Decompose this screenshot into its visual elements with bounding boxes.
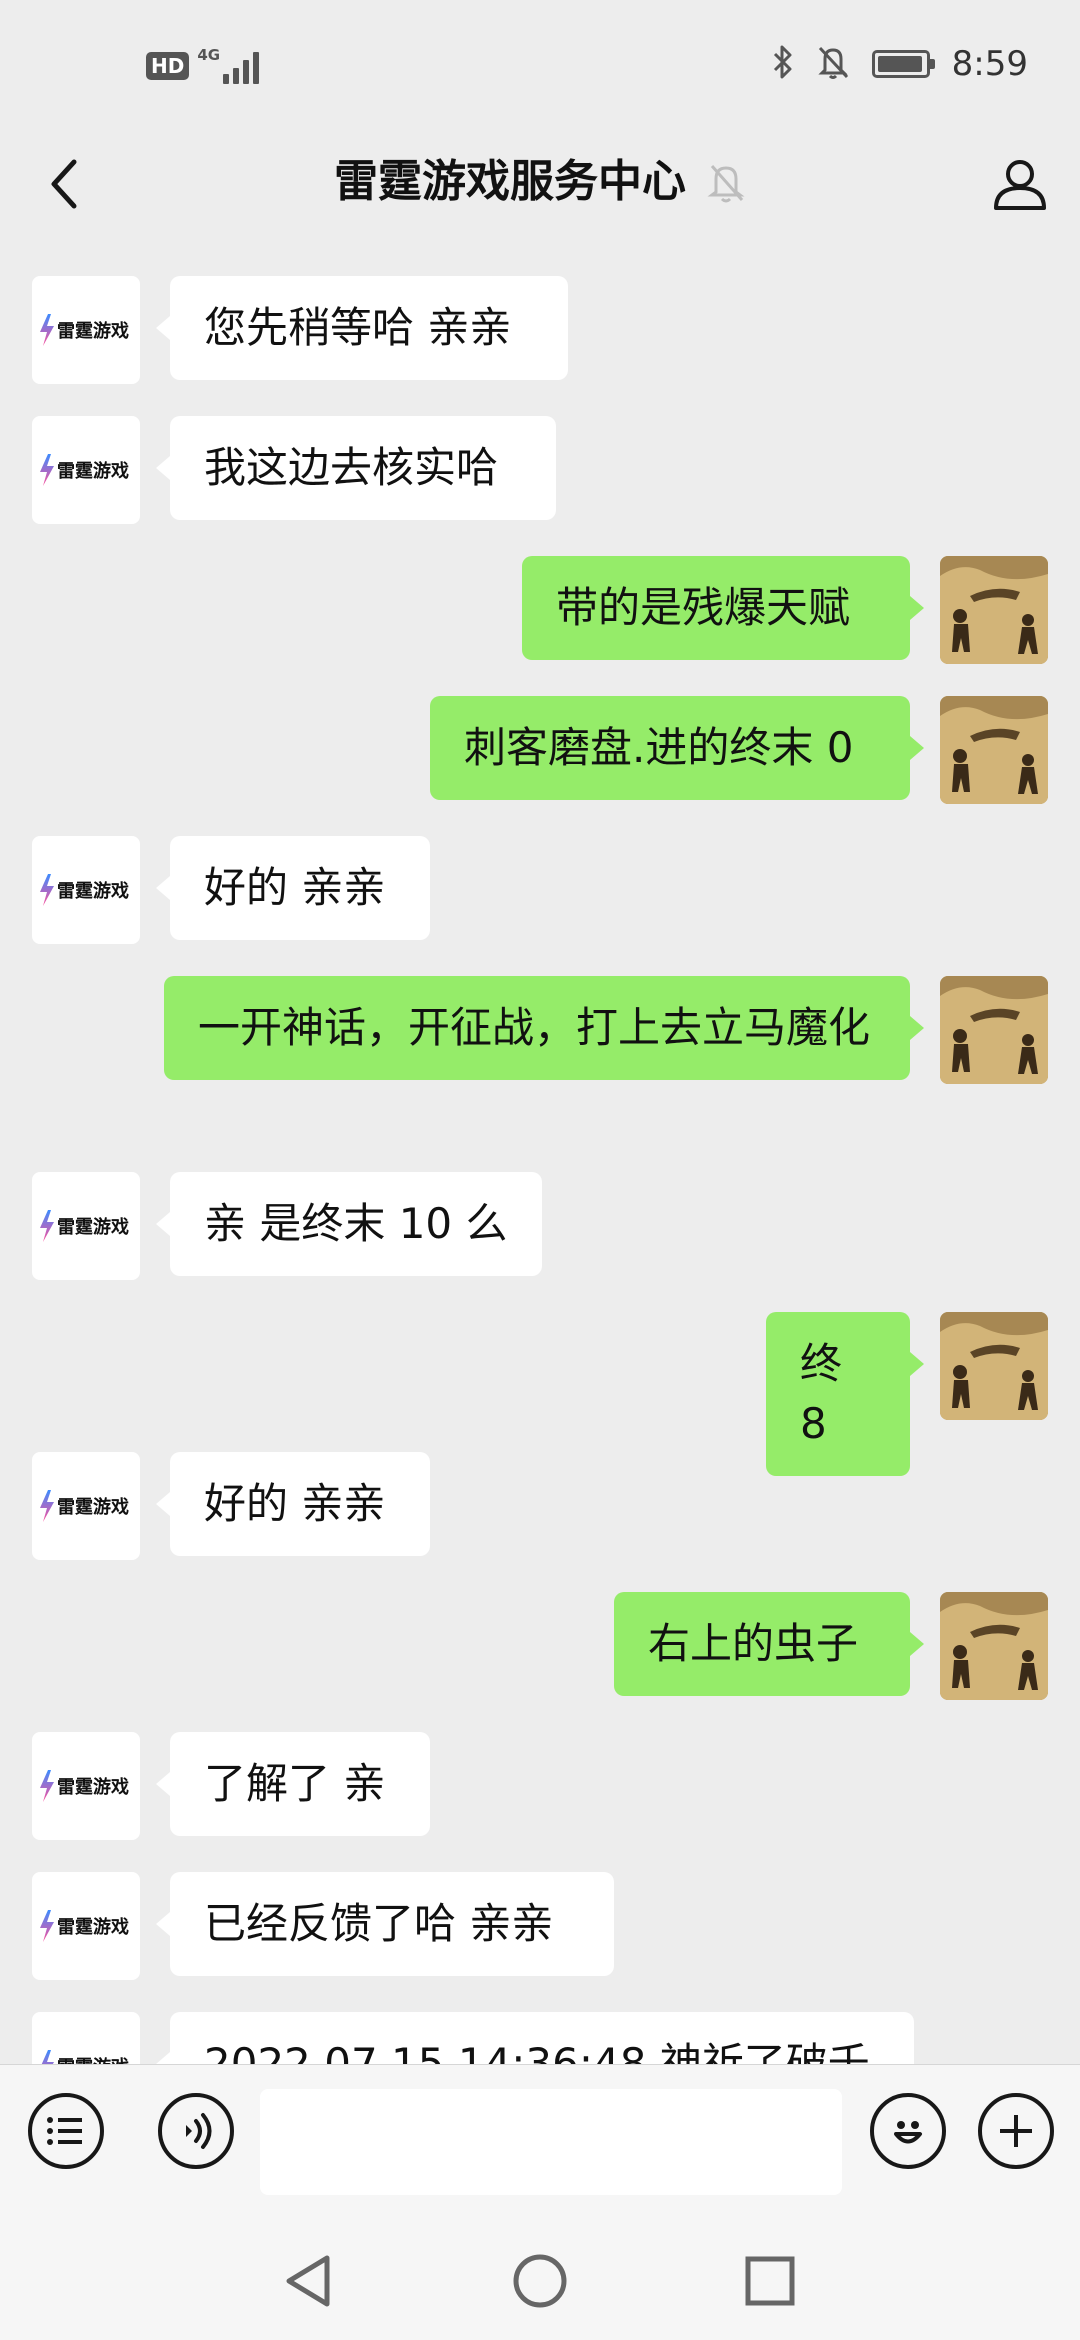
- user-avatar-picture: [940, 976, 1048, 1084]
- message-bubble[interactable]: 好的 亲亲: [156, 1452, 430, 1556]
- mute-icon: [816, 44, 850, 84]
- thunder-games-logo-icon: 雷霆游戏: [40, 1770, 129, 1802]
- user-avatar[interactable]: [940, 1312, 1048, 1420]
- message-bubble[interactable]: 一开神话，开征战，打上去立马魔化: [164, 976, 924, 1080]
- logo-text: 雷霆游戏: [57, 460, 129, 482]
- logo-text: 雷霆游戏: [57, 880, 129, 902]
- hd-badge: HD: [146, 52, 190, 80]
- add-button[interactable]: [978, 2093, 1054, 2169]
- thunder-games-logo-icon: 雷霆游戏: [40, 314, 129, 346]
- service-avatar[interactable]: 雷霆游戏: [32, 416, 140, 524]
- service-avatar[interactable]: 雷霆游戏: [32, 836, 140, 944]
- message-bubble[interactable]: 终 8: [766, 1312, 924, 1476]
- message-bubble[interactable]: 亲 是终末 10 么: [156, 1172, 542, 1276]
- nav-back-icon: [286, 2255, 330, 2307]
- muted-bell-icon: [707, 165, 745, 203]
- voice-button[interactable]: [158, 2093, 234, 2169]
- battery-icon: [871, 50, 935, 78]
- message-bubble[interactable]: 2022.07.15 14:36:48 神祈了破千: [156, 2012, 914, 2064]
- message-bubble[interactable]: 您先稍等哈 亲亲: [156, 276, 568, 380]
- thunder-games-logo-icon: 雷霆游戏: [40, 874, 129, 906]
- nav-home-button[interactable]: [500, 2246, 580, 2316]
- nav-recents-icon: [745, 2256, 795, 2306]
- user-avatar[interactable]: [940, 696, 1048, 804]
- logo-text: 雷霆游戏: [57, 2056, 129, 2064]
- message-bubble[interactable]: 好的 亲亲: [156, 836, 430, 940]
- service-avatar[interactable]: 雷霆游戏: [32, 276, 140, 384]
- clock: 8:59: [951, 44, 1028, 84]
- message-bubble[interactable]: 右上的虫子: [614, 1592, 924, 1696]
- message-bubble[interactable]: 已经反馈了哈 亲亲: [156, 1872, 614, 1976]
- person-icon: [994, 160, 1046, 210]
- thunder-games-logo-icon: 雷霆游戏: [40, 1910, 129, 1942]
- plus-icon: [1000, 2115, 1032, 2147]
- logo-text: 雷霆游戏: [57, 1776, 129, 1798]
- thunder-games-logo-icon: 雷霆游戏: [40, 1490, 129, 1522]
- service-avatar[interactable]: 雷霆游戏: [32, 1452, 140, 1560]
- network-type: 4G: [197, 46, 221, 64]
- message-list[interactable]: 雷霆游戏 您先稍等哈 亲亲 雷霆游戏 我这边去核实哈 带的是残爆天赋 刺客磨盘.进的终末 …: [0, 238, 1080, 2064]
- system-nav-bar: [0, 2224, 1080, 2340]
- thunder-games-logo-icon: 雷霆游戏: [41, 2050, 129, 2064]
- user-avatar[interactable]: [940, 1592, 1048, 1700]
- user-avatar-picture: [940, 696, 1048, 804]
- logo-text: 雷霆游戏: [57, 320, 129, 342]
- list-menu-icon: [47, 2117, 82, 2145]
- status-bar: HD 4G 8:59: [0, 0, 1080, 130]
- service-avatar[interactable]: 雷霆游戏: [32, 1172, 140, 1280]
- message-bubble[interactable]: 我这边去核实哈: [156, 416, 556, 520]
- thunder-games-logo-icon: 雷霆游戏: [40, 1210, 129, 1242]
- user-avatar-picture: [940, 1592, 1048, 1700]
- user-avatar-picture: [940, 556, 1048, 664]
- chat-title: 雷霆游戏服务中心: [334, 156, 686, 207]
- signal-icon: 4G: [197, 46, 267, 86]
- bluetooth-icon: [772, 44, 794, 84]
- user-avatar[interactable]: [940, 556, 1048, 664]
- logo-text: 雷霆游戏: [57, 1496, 129, 1518]
- service-avatar[interactable]: 雷霆游戏: [32, 2012, 140, 2064]
- voice-icon: [186, 2113, 212, 2149]
- input-bar: [0, 2064, 1080, 2224]
- emoji-icon: [894, 2121, 922, 2144]
- message-bubble[interactable]: 刺客磨盘.进的终末 0: [430, 696, 924, 800]
- user-avatar-picture: [940, 1312, 1048, 1420]
- chat-header: 雷霆游戏服务中心: [0, 130, 1080, 238]
- menu-button[interactable]: [28, 2093, 104, 2169]
- logo-text: 雷霆游戏: [57, 1216, 129, 1238]
- nav-recents-button[interactable]: [730, 2246, 810, 2316]
- service-avatar[interactable]: 雷霆游戏: [32, 1732, 140, 1840]
- nav-back-button[interactable]: [268, 2246, 348, 2316]
- service-avatar[interactable]: 雷霆游戏: [32, 1872, 140, 1980]
- user-avatar[interactable]: [940, 976, 1048, 1084]
- profile-button[interactable]: [980, 144, 1060, 224]
- emoji-button[interactable]: [870, 2093, 946, 2169]
- message-bubble[interactable]: 带的是残爆天赋: [522, 556, 924, 660]
- thunder-games-logo-icon: 雷霆游戏: [40, 454, 129, 486]
- message-input[interactable]: [260, 2089, 842, 2195]
- message-bubble[interactable]: 了解了 亲: [156, 1732, 430, 1836]
- logo-text: 雷霆游戏: [57, 1916, 129, 1938]
- nav-home-icon: [513, 2254, 567, 2308]
